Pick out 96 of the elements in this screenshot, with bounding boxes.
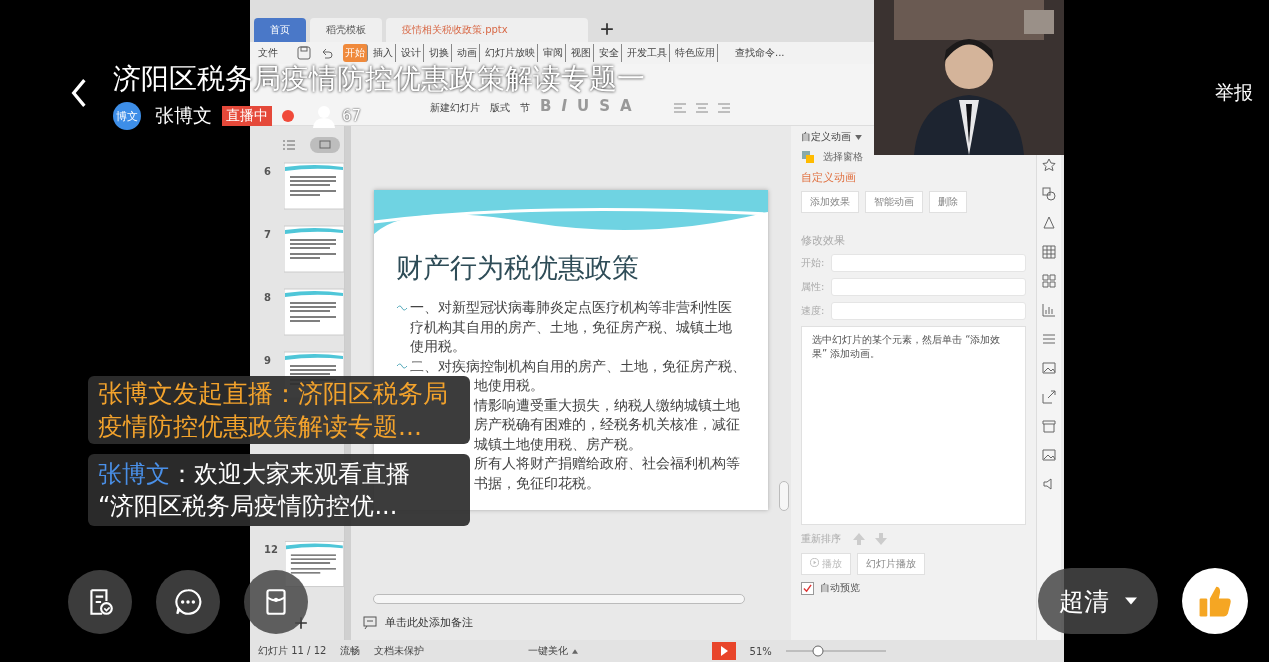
slide-number: 6	[264, 166, 272, 178]
zoom-level[interactable]: 51%	[749, 645, 772, 657]
ribbon-tab[interactable]: 切换	[427, 44, 452, 62]
slideshow-button[interactable]: 幻灯片播放	[857, 553, 926, 575]
ribbon-tab[interactable]: 插入	[371, 44, 396, 62]
slide-text: 城镇土地使用税、房产税。	[474, 434, 642, 454]
ribbon-button[interactable]: 新建幻灯片	[430, 101, 480, 115]
save-icon[interactable]	[297, 46, 311, 60]
play-button[interactable]	[711, 642, 736, 660]
section-label: 修改效果	[801, 233, 846, 248]
slide-number: 8	[264, 292, 272, 304]
window-tab[interactable]: 稻壳模板	[310, 18, 382, 42]
image-icon[interactable]	[1042, 448, 1056, 462]
caret-icon[interactable]	[855, 134, 862, 140]
slide-text: 所有人将财产捐赠给政府、社会福利机构等	[474, 454, 740, 474]
slide-title: 财产行为税优惠政策	[396, 251, 640, 285]
ribbon-tab[interactable]: 设计	[399, 44, 424, 62]
field-label: 开始:	[801, 256, 826, 270]
slide-number: 7	[264, 229, 272, 241]
slide-number: 9	[264, 355, 272, 367]
dropdown-field[interactable]	[831, 278, 1026, 296]
slide-text: 二、对疾病控制机构自用的房产、土地，免征房产税、	[410, 356, 746, 376]
field-label: 速度:	[801, 304, 826, 318]
share-icon[interactable]	[1042, 390, 1056, 404]
ribbon-tab[interactable]: 动画	[455, 44, 480, 62]
caret-icon	[571, 649, 578, 654]
layers-icon	[801, 150, 815, 164]
report-link[interactable]: 举报	[1215, 80, 1253, 106]
bullet-icon	[396, 303, 408, 312]
add-tab-icon[interactable]	[600, 22, 614, 36]
protection-status[interactable]: 文档未保护	[374, 644, 425, 658]
bullet-icon	[396, 362, 408, 371]
back-icon[interactable]	[70, 78, 88, 108]
beautify-button[interactable]: 一键美化	[528, 644, 578, 658]
selection-pane-link[interactable]: 选择窗格	[823, 150, 863, 164]
checkbox-label: 自动预览	[820, 581, 860, 595]
host-name: 张博文	[155, 103, 212, 128]
slide-text: 疗机构其自用的房产、土地，免征房产税、城镇土地	[410, 317, 732, 337]
ribbon-tab[interactable]: 开发工具	[625, 44, 670, 62]
chart-icon[interactable]	[1042, 303, 1056, 317]
mode-label: 流畅	[340, 644, 361, 658]
ribbon-tab[interactable]: 安全	[597, 44, 622, 62]
viewer-count: 67	[342, 107, 362, 125]
star-icon[interactable]	[1042, 158, 1056, 172]
slide-thumbnail[interactable]	[284, 288, 344, 336]
slide-text: 一、对新型冠状病毒肺炎定点医疗机构等非营利性医	[410, 298, 732, 318]
hint-text: 选中幻灯片的某个元素，然后单击 “添加效果” 添加动画。	[812, 334, 1001, 359]
panel-button[interactable]: 添加效果	[801, 191, 859, 213]
live-dot-icon	[282, 110, 294, 122]
quality-selector[interactable]: 超清	[1038, 568, 1158, 634]
dropdown-field[interactable]	[831, 254, 1026, 272]
slide-number: 12	[264, 544, 278, 556]
shapes-icon[interactable]	[1042, 187, 1056, 201]
caret-icon	[1125, 596, 1137, 606]
dropdown-field[interactable]	[831, 302, 1026, 320]
system-message: 张博文发起直播：济阳区税务局 疫情防控优惠政策解读专题...	[98, 379, 448, 441]
zoom-slider[interactable]	[785, 645, 886, 657]
window-tab[interactable]: 首页	[254, 18, 306, 42]
field-label: 属性:	[801, 280, 826, 294]
slide-text: 房产税确有困难的，经税务机关核准，减征	[474, 415, 740, 435]
vertical-scrollbar[interactable]	[779, 481, 789, 511]
panel-title: 自定义动画	[801, 170, 857, 185]
ribbon-button[interactable]: 节	[520, 101, 530, 115]
ribbon-button[interactable]: 版式	[490, 101, 510, 115]
note-icon	[363, 615, 377, 630]
speech-bubble-icon	[173, 587, 203, 617]
horizontal-scrollbar[interactable]	[373, 594, 745, 604]
panel-header[interactable]: 自定义动画	[801, 130, 851, 144]
slide-text: 情影响遭受重大损失，纳税人缴纳城镇土地	[474, 395, 740, 415]
file-menu[interactable]: 文件	[258, 46, 278, 60]
checkbox[interactable]	[801, 581, 814, 595]
slide-view-icon[interactable]	[310, 137, 340, 153]
slide-text: 地使用税。	[474, 376, 544, 396]
notes-placeholder[interactable]: 单击此处添加备注	[385, 615, 473, 630]
ribbon-tab[interactable]: 视图	[569, 44, 594, 62]
ribbon-tab[interactable]: 特色应用	[673, 44, 718, 62]
undo-icon[interactable]	[320, 46, 334, 60]
chat-message: 张博文：欢迎大家来观看直播 “济阳区税务局疫情防控优...	[98, 460, 410, 520]
slide-thumbnail[interactable]	[284, 225, 344, 273]
slide-thumbnail[interactable]	[285, 540, 344, 588]
play-icon	[810, 558, 819, 567]
table-icon[interactable]	[1042, 245, 1056, 259]
ribbon-tab[interactable]: 审阅	[541, 44, 566, 62]
image-icon[interactable]	[1042, 361, 1056, 375]
slide-counter: 幻灯片 11 / 12	[258, 644, 327, 658]
panel-button[interactable]: 智能动画	[865, 191, 923, 213]
slide-text: 书据，免征印花税。	[474, 473, 600, 493]
grid-icon[interactable]	[1042, 274, 1056, 288]
slider-thumb[interactable]	[812, 645, 824, 657]
ribbon-tab[interactable]: 幻灯片放映	[483, 44, 538, 62]
panel-button[interactable]: 删除	[929, 191, 967, 213]
command-search[interactable]: 查找命令...	[735, 46, 785, 60]
box-icon[interactable]	[1042, 419, 1056, 433]
slide-text: 使用税。	[410, 337, 466, 357]
live-badge: 直播中	[222, 106, 272, 126]
slide-thumbnail[interactable]	[284, 162, 344, 210]
